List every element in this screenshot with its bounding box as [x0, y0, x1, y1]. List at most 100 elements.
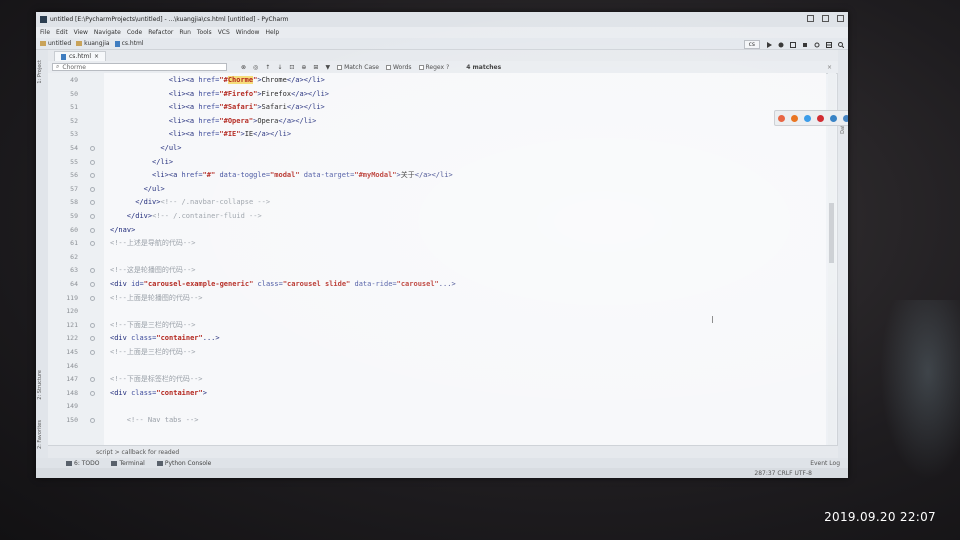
editor-scrollbar[interactable] — [828, 73, 836, 446]
file-encoding[interactable]: UTF-8 — [795, 470, 813, 477]
tab-structure[interactable]: 2: Structure — [37, 370, 43, 400]
event-log-button[interactable]: Event Log — [810, 460, 840, 467]
filter-icon[interactable]: ▼ — [325, 64, 330, 71]
code-line[interactable]: <li><a href="#Safari">Safari</a></li> — [104, 102, 826, 112]
settings-icon[interactable] — [814, 42, 820, 48]
menu-vcs[interactable]: VCS — [218, 29, 230, 36]
fold-marker-icon[interactable] — [90, 377, 95, 383]
select-all-icon[interactable]: ⊞ — [313, 64, 318, 71]
todo-tool-button[interactable]: 6: TODO — [66, 460, 99, 467]
code-line[interactable]: </ul> — [104, 184, 826, 194]
add-selection-icon[interactable]: ⊕ — [301, 64, 306, 71]
fold-marker-icon[interactable] — [90, 390, 95, 396]
code-line[interactable]: <!--上面是轮播图的代码--> — [104, 293, 826, 303]
code-line[interactable]: <li><a href="#IE">IE</a></li> — [104, 129, 826, 139]
maximize-icon[interactable] — [822, 15, 829, 22]
opera-browser-icon[interactable] — [817, 114, 824, 122]
fold-marker-icon[interactable] — [90, 336, 95, 342]
search-icon[interactable] — [838, 41, 844, 48]
fold-marker-icon[interactable] — [90, 241, 95, 247]
code-line[interactable]: </ul> — [104, 143, 826, 153]
code-line[interactable]: <div id="carousel-example-generic" class… — [104, 279, 826, 289]
code-line[interactable]: </li> — [104, 157, 826, 167]
debug-icon[interactable] — [778, 42, 784, 48]
menu-run[interactable]: Run — [179, 29, 191, 36]
python-console-tool-button[interactable]: Python Console — [156, 460, 211, 467]
menu-view[interactable]: View — [74, 29, 88, 36]
safari-browser-icon[interactable] — [804, 114, 811, 122]
regex-help-icon[interactable]: ? — [446, 64, 449, 71]
fold-marker-icon[interactable] — [90, 186, 95, 192]
find-all-icon[interactable]: ⊡ — [289, 64, 294, 71]
menu-file[interactable]: File — [40, 29, 50, 36]
code-line[interactable]: <li><a href="#Opera">Opera</a></li> — [104, 116, 826, 126]
crumb-file[interactable]: cs.html — [114, 40, 144, 47]
crumb-folder[interactable]: kuangjia — [76, 40, 110, 47]
code-line[interactable] — [104, 361, 826, 371]
chrome-browser-icon[interactable] — [778, 114, 785, 122]
caret-position[interactable]: 287:37 — [754, 470, 775, 477]
menu-help[interactable]: Help — [265, 29, 279, 36]
code-line[interactable] — [104, 401, 826, 411]
search-input[interactable]: ⌕ Chorme — [52, 63, 227, 71]
words-checkbox[interactable]: Words — [385, 64, 412, 71]
coverage-icon[interactable] — [790, 41, 796, 48]
code-line[interactable]: <!-- Nav tabs --> — [104, 415, 826, 425]
stop-icon[interactable] — [802, 42, 808, 48]
fold-marker-icon[interactable] — [90, 227, 95, 233]
fold-marker-icon[interactable] — [90, 350, 95, 355]
structure-icon[interactable] — [826, 41, 832, 48]
code-editor[interactable]: <li><a href="#Chorme">Chrome</a></li> <li… — [104, 73, 826, 446]
fold-marker-icon[interactable] — [90, 200, 95, 206]
editor-tab-cs-html[interactable]: cs.html × — [54, 51, 107, 61]
run-icon[interactable] — [766, 41, 772, 48]
scrollbar-thumb[interactable] — [829, 203, 834, 263]
code-line[interactable]: <li><a href="#Chorme">Chrome</a></li> — [104, 75, 826, 85]
code-line[interactable]: <li><a href="#" data-toggle="modal" data… — [104, 170, 826, 180]
tab-close-icon[interactable]: × — [94, 53, 99, 60]
code-line[interactable]: <div class="container"> — [104, 388, 826, 398]
menu-window[interactable]: Window — [236, 29, 260, 36]
menu-code[interactable]: Code — [127, 29, 142, 36]
code-line[interactable]: <!--上面是三栏的代码--> — [104, 347, 826, 357]
previous-occurrence-icon[interactable]: ↑ — [265, 64, 270, 71]
firefox-browser-icon[interactable] — [791, 114, 798, 122]
edge-browser-icon[interactable] — [843, 114, 848, 122]
clear-search-icon[interactable]: ⊗ — [241, 64, 246, 71]
code-line[interactable]: <!--上述是导航的代码--> — [104, 238, 826, 248]
menu-navigate[interactable]: Navigate — [94, 29, 121, 36]
minimize-icon[interactable] — [807, 15, 814, 22]
match-case-checkbox[interactable]: Match Case — [337, 64, 379, 71]
next-occurrence-icon[interactable]: ↓ — [277, 64, 282, 71]
fold-marker-icon[interactable] — [90, 418, 95, 423]
line-separator[interactable]: CRLF — [777, 470, 792, 477]
ie-browser-icon[interactable] — [830, 114, 837, 122]
terminal-tool-button[interactable]: Terminal — [111, 460, 145, 467]
tab-favorites[interactable]: 2: Favorites — [37, 420, 43, 449]
code-line[interactable]: <!--下面是标签栏的代码--> — [104, 374, 826, 384]
code-line[interactable] — [104, 252, 826, 262]
run-config-select[interactable]: cs — [743, 40, 760, 49]
tab-project[interactable]: 1: Project — [37, 60, 43, 84]
menu-tools[interactable]: Tools — [197, 29, 212, 36]
code-line[interactable]: <!--下面是三栏的代码--> — [104, 320, 826, 330]
breadcrumb-path[interactable]: script > callback for readed — [96, 449, 179, 456]
code-line[interactable] — [104, 306, 826, 316]
close-find-icon[interactable]: × — [827, 64, 832, 71]
code-line[interactable]: <li><a href="#Firefo">Firefox</a></li> — [104, 89, 826, 99]
code-line[interactable]: </div><!-- /.navbar-collapse --> — [104, 197, 826, 207]
regex-checkbox[interactable]: Regex ? — [418, 64, 449, 71]
fold-marker-icon[interactable] — [90, 214, 95, 219]
fold-marker-icon[interactable] — [90, 295, 95, 301]
code-line[interactable]: </div><!-- /.container-fluid --> — [104, 211, 826, 221]
menu-refactor[interactable]: Refactor — [148, 29, 173, 36]
search-history-icon[interactable]: ◎ — [253, 64, 258, 71]
code-line[interactable]: <!--这是轮播图的代码--> — [104, 265, 826, 275]
code-line[interactable]: </nav> — [104, 225, 826, 235]
fold-marker-icon[interactable] — [90, 159, 95, 165]
menu-edit[interactable]: Edit — [56, 29, 68, 36]
fold-marker-icon[interactable] — [90, 268, 95, 274]
crumb-project[interactable]: untitled — [40, 40, 71, 47]
fold-marker-icon[interactable] — [90, 282, 95, 287]
code-line[interactable]: <div class="container"...> — [104, 333, 826, 343]
